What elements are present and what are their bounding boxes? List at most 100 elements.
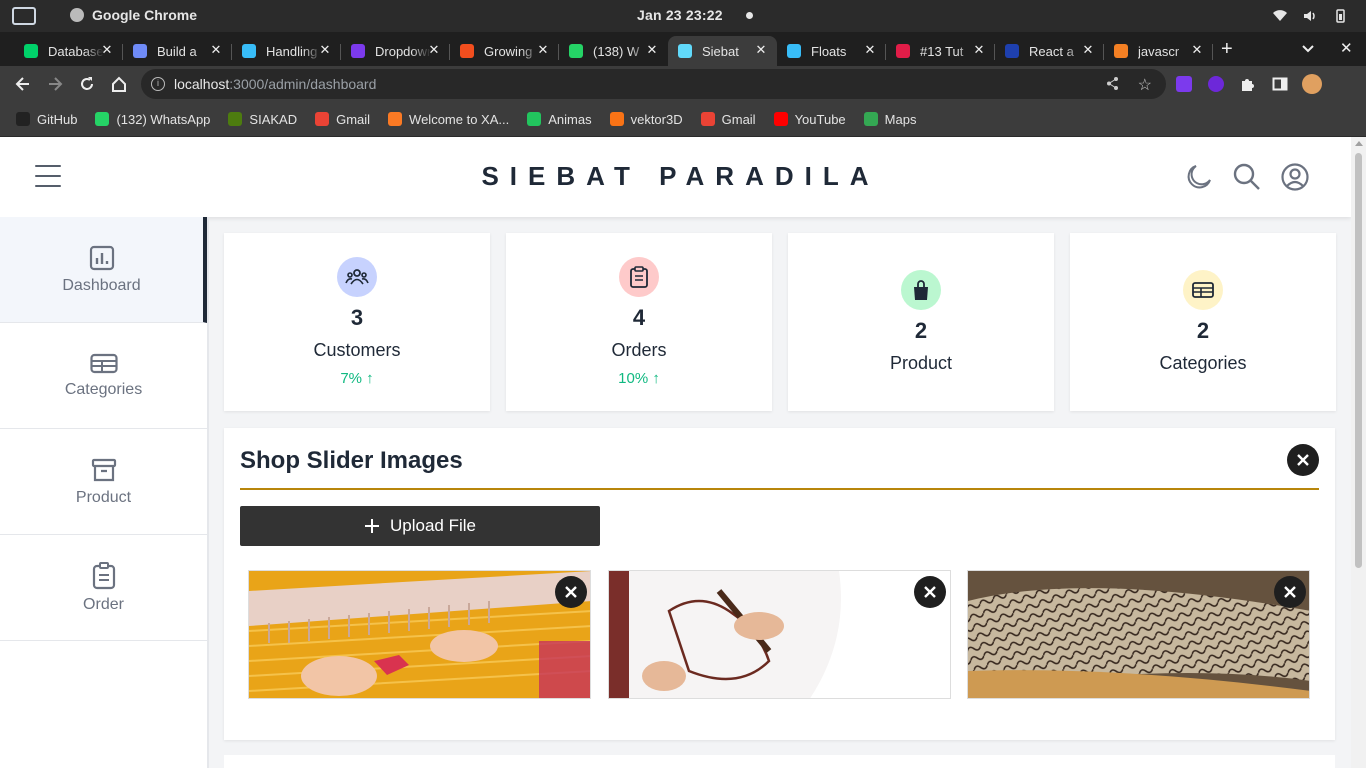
tab-close-icon[interactable]: ✕ bbox=[753, 42, 769, 58]
tab-close-icon[interactable]: ✕ bbox=[1189, 42, 1205, 58]
browser-tab[interactable]: React a ✕ bbox=[995, 36, 1104, 66]
browser-tab[interactable]: Database ✕ bbox=[14, 36, 123, 66]
tab-close-icon[interactable]: ✕ bbox=[971, 42, 987, 58]
profile-avatar[interactable] bbox=[1302, 74, 1322, 94]
browser-tab[interactable]: Growing ✕ bbox=[450, 36, 559, 66]
stat-value: 2 bbox=[1196, 318, 1210, 343]
browser-tab[interactable]: Dropdown ✕ bbox=[341, 36, 450, 66]
activities-icon[interactable] bbox=[12, 7, 36, 25]
info-icon[interactable]: i bbox=[151, 77, 165, 91]
stat-label: Orders bbox=[611, 340, 667, 360]
close-icon bbox=[924, 586, 936, 598]
sidebar-item-label: Categories bbox=[64, 380, 143, 398]
bookmark-item[interactable]: Animas bbox=[527, 112, 592, 127]
extension-icon[interactable] bbox=[1176, 76, 1192, 92]
remove-image-button[interactable] bbox=[1274, 576, 1306, 608]
wifi-icon bbox=[1273, 10, 1287, 21]
tab-close-icon[interactable]: ✕ bbox=[535, 42, 551, 58]
close-panel-button[interactable] bbox=[1287, 444, 1319, 476]
bookmark-item[interactable]: YouTube bbox=[773, 112, 846, 127]
bookmark-label: Gmail bbox=[336, 111, 371, 127]
remove-image-button[interactable] bbox=[555, 576, 587, 608]
upload-file-button[interactable]: Upload File bbox=[240, 506, 600, 546]
browser-tab[interactable]: javascr ✕ bbox=[1104, 36, 1213, 66]
tab-close-icon[interactable]: ✕ bbox=[317, 42, 333, 58]
sidebar-item-categories[interactable]: Categories bbox=[0, 323, 207, 429]
puzzle-icon[interactable] bbox=[1240, 76, 1256, 92]
browser-tab[interactable]: (138) W ✕ bbox=[559, 36, 668, 66]
bookmark-label: SIAKAD bbox=[249, 111, 298, 127]
home-button[interactable] bbox=[110, 75, 128, 93]
back-button[interactable] bbox=[14, 75, 32, 93]
user-circle-icon bbox=[1281, 163, 1309, 191]
title-divider bbox=[240, 488, 1319, 490]
scrollbar-thumb[interactable] bbox=[1355, 153, 1362, 568]
plus-icon bbox=[365, 519, 379, 533]
system-tray[interactable] bbox=[1272, 8, 1348, 24]
tab-title: Dropdown bbox=[375, 43, 431, 59]
tab-close-icon[interactable]: ✕ bbox=[426, 42, 442, 58]
bookmark-item[interactable]: Gmail bbox=[700, 112, 756, 127]
account-button[interactable] bbox=[1280, 162, 1310, 192]
sidebar-item-product[interactable]: Product bbox=[0, 429, 207, 535]
browser-tab[interactable]: Siebat ✕ bbox=[668, 36, 777, 66]
users-icon bbox=[337, 257, 377, 297]
new-tab-button[interactable]: + bbox=[1221, 38, 1233, 61]
stat-trend: 7% ↑ bbox=[340, 370, 374, 387]
bookmark-item[interactable]: GitHub bbox=[16, 112, 77, 127]
address-bar[interactable]: i localhost:3000/admin/dashboard ☆ bbox=[141, 69, 1166, 99]
home-icon bbox=[112, 76, 126, 92]
bookmark-item[interactable]: vektor3D bbox=[609, 112, 683, 127]
sidepanel-icon[interactable] bbox=[1272, 76, 1288, 92]
bookmark-item[interactable]: Gmail bbox=[315, 112, 370, 127]
window-close-button[interactable]: ✕ bbox=[1340, 39, 1353, 57]
dark-mode-toggle[interactable] bbox=[1184, 162, 1214, 192]
tab-title: Growing bbox=[484, 43, 533, 59]
download-extension-icon[interactable] bbox=[1208, 76, 1224, 92]
browser-tab[interactable]: Handling ✕ bbox=[232, 36, 341, 66]
stat-trend: 10% ↑ bbox=[618, 370, 660, 387]
sidebar-item-dashboard[interactable]: Dashboard bbox=[0, 217, 207, 323]
search-button[interactable] bbox=[1232, 162, 1262, 192]
share-icon[interactable] bbox=[1105, 76, 1120, 91]
scroll-up-arrow[interactable] bbox=[1355, 141, 1363, 146]
browser-tab[interactable]: Build a ✕ bbox=[123, 36, 232, 66]
app-name: Google Chrome bbox=[92, 7, 198, 23]
tab-favicon-icon bbox=[242, 44, 256, 58]
tab-search-button[interactable] bbox=[1300, 40, 1316, 56]
tab-favicon-icon bbox=[133, 44, 147, 58]
reload-button[interactable] bbox=[78, 75, 96, 93]
sidebar-item-order[interactable]: Order bbox=[0, 535, 207, 641]
browser-tab[interactable]: Floats ✕ bbox=[777, 36, 886, 66]
bookmark-favicon-icon bbox=[228, 112, 243, 126]
bookmark-item[interactable]: Welcome to XA... bbox=[388, 112, 509, 127]
bookmarks-bar: GitHub (132) WhatsApp SIAKAD Gmail Welcome t… bbox=[0, 102, 1366, 137]
stats-cards: 3 Customers 7% ↑ 4 Orders 10% ↑ 2 Produc… bbox=[224, 233, 1336, 411]
clock[interactable]: Jan 23 23:22 bbox=[637, 7, 723, 23]
section-title: Shop Slider Images bbox=[240, 447, 463, 474]
bookmark-item[interactable]: Maps bbox=[863, 112, 916, 127]
tab-favicon-icon bbox=[896, 44, 910, 58]
tab-title: Floats bbox=[811, 43, 847, 59]
forward-button[interactable] bbox=[46, 75, 64, 93]
sidebar-item-label: Order bbox=[83, 595, 124, 613]
tab-close-icon[interactable]: ✕ bbox=[99, 42, 115, 58]
remove-image-button[interactable] bbox=[914, 576, 946, 608]
tab-close-icon[interactable]: ✕ bbox=[208, 42, 224, 58]
bookmark-favicon-icon bbox=[609, 112, 624, 126]
stat-value: 4 bbox=[632, 305, 646, 330]
tab-close-icon[interactable]: ✕ bbox=[1080, 42, 1096, 58]
tab-close-icon[interactable]: ✕ bbox=[644, 42, 660, 58]
stat-value: 3 bbox=[350, 305, 364, 330]
page-scrollbar[interactable] bbox=[1351, 137, 1366, 768]
bookmark-star-icon[interactable]: ☆ bbox=[1138, 75, 1152, 95]
tab-title: Database bbox=[48, 43, 104, 59]
bookmark-item[interactable]: (132) WhatsApp bbox=[95, 112, 210, 127]
tab-close-icon[interactable]: ✕ bbox=[862, 42, 878, 58]
browser-tab[interactable]: #13 Tut ✕ bbox=[886, 36, 995, 66]
arrow-right-icon bbox=[49, 77, 63, 91]
bookmark-favicon-icon bbox=[527, 112, 542, 126]
bookmark-item[interactable]: SIAKAD bbox=[228, 112, 297, 127]
shop-slider-panel: Shop Slider Images Upload File bbox=[224, 428, 1335, 740]
app-menu[interactable]: Google Chrome bbox=[70, 7, 197, 23]
